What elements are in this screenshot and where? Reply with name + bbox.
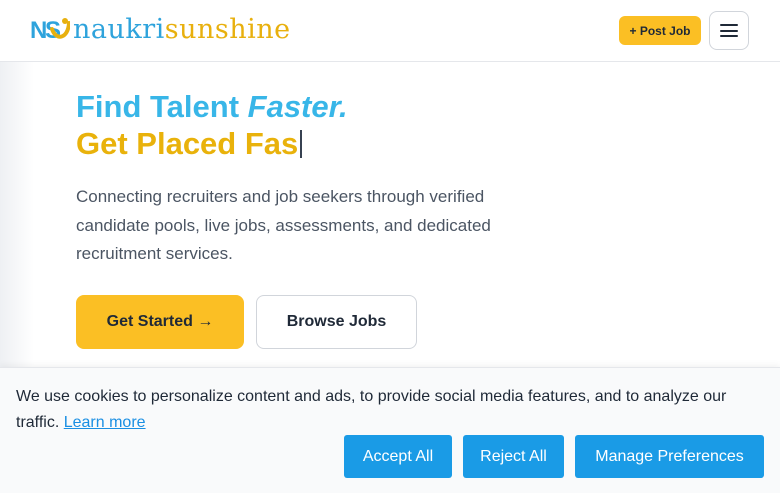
hero-title-line1: Find Talent Faster. xyxy=(76,88,348,125)
logo-name-part1: naukri xyxy=(73,13,165,45)
accept-all-button[interactable]: Accept All xyxy=(344,435,452,478)
page: N S naukrisunshine + Post Job Find Talen… xyxy=(0,0,780,493)
logo-mark-icon: N S xyxy=(30,17,70,43)
logo-name-part2: sunshine xyxy=(164,13,291,45)
typing-caret xyxy=(300,130,303,158)
browse-jobs-button[interactable]: Browse Jobs xyxy=(256,295,417,349)
hero-title-line2: Get Placed Fas xyxy=(76,125,348,162)
site-header: N S naukrisunshine + Post Job xyxy=(0,0,780,62)
hero-title-line1-plain: Find Talent xyxy=(76,89,248,124)
hamburger-icon xyxy=(720,24,738,37)
get-started-button[interactable]: Get Started → xyxy=(76,295,244,349)
logo-wordmark: naukrisunshine xyxy=(73,16,291,43)
hero-description: Connecting recruiters and job seekers th… xyxy=(76,187,491,263)
hero-title: Find Talent Faster. Get Placed Fas xyxy=(76,88,348,162)
manage-preferences-button[interactable]: Manage Preferences xyxy=(575,435,764,478)
hero-title-line1-emphasis: Faster. xyxy=(247,89,348,124)
site-logo[interactable]: N S naukrisunshine xyxy=(30,13,291,45)
hero-title-line2-text: Get Placed Fas xyxy=(76,126,299,161)
cookie-message: We use cookies to personalize content an… xyxy=(16,384,766,436)
cookie-banner: We use cookies to personalize content an… xyxy=(0,367,780,493)
menu-button[interactable] xyxy=(709,11,749,50)
reject-all-button[interactable]: Reject All xyxy=(463,435,564,478)
learn-more-link[interactable]: Learn more xyxy=(64,414,146,431)
post-job-button[interactable]: + Post Job xyxy=(619,16,701,45)
